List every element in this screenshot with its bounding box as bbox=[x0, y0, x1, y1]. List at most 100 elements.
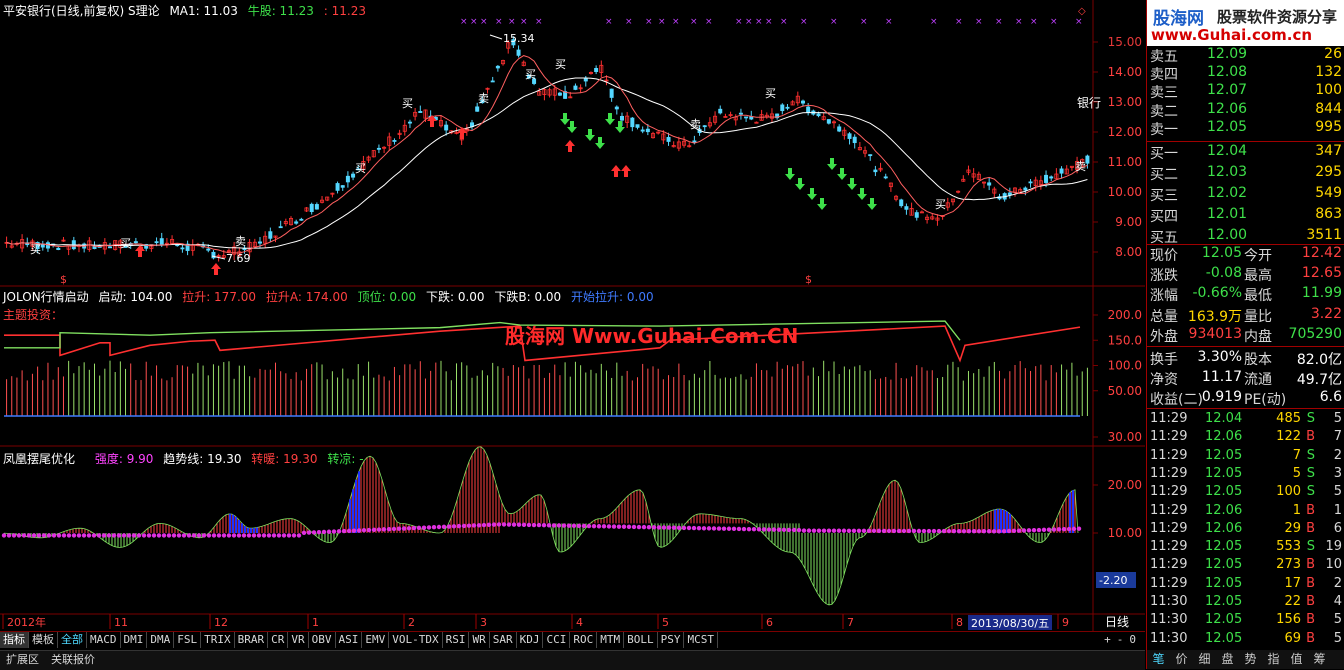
indicator-tab-wr[interactable]: WR bbox=[469, 632, 490, 648]
tick-volume: 485 bbox=[1276, 411, 1301, 426]
tick-row[interactable]: 11:29 12.05 553 S 19 bbox=[1147, 539, 1344, 556]
tick-row[interactable]: 11:29 12.06 122 B 7 bbox=[1147, 429, 1344, 446]
indicator-tab-fsl[interactable]: FSL bbox=[174, 632, 202, 648]
indicator-tab-dmi[interactable]: DMI bbox=[121, 632, 148, 648]
svg-text:×: × bbox=[800, 17, 808, 27]
tick-row[interactable]: 11:30 12.05 69 B 5 bbox=[1147, 631, 1344, 648]
tick-price: 12.05 bbox=[1205, 630, 1243, 646]
bottom-tab-0[interactable]: 扩展区 bbox=[0, 651, 45, 669]
tick-row[interactable]: 11:29 12.05 5 S 3 bbox=[1147, 466, 1344, 483]
indicator-tab-dma[interactable]: DMA bbox=[147, 632, 175, 648]
indicator-tab-sar[interactable]: SAR bbox=[490, 632, 517, 648]
tick-time: 11:29 bbox=[1150, 465, 1188, 481]
indicator-tab-emv[interactable]: EMV bbox=[362, 632, 390, 648]
quote-tab-5[interactable]: 指 bbox=[1262, 650, 1285, 669]
quote-tab-7[interactable]: 筹 bbox=[1308, 650, 1331, 669]
quote-value: 12.42 bbox=[1301, 245, 1342, 261]
quote-tab-4[interactable]: 势 bbox=[1239, 650, 1262, 669]
quote-tab-6[interactable]: 值 bbox=[1285, 650, 1308, 669]
tick-price: 12.05 bbox=[1205, 539, 1243, 555]
indicator-tab-全部[interactable]: 全部 bbox=[58, 632, 87, 648]
dollar-marker: $ bbox=[60, 273, 67, 286]
tick-side: S bbox=[1306, 484, 1315, 500]
tick-side: B bbox=[1306, 502, 1315, 518]
indicator-tab-cci[interactable]: CCI bbox=[543, 632, 571, 648]
order-book-divider bbox=[1147, 408, 1344, 409]
tick-volume: 553 bbox=[1276, 539, 1301, 555]
indicator-tab-kdj[interactable]: KDJ bbox=[517, 632, 544, 648]
order-price: 12.03 bbox=[1207, 164, 1248, 180]
tick-volume: 17 bbox=[1284, 575, 1301, 591]
quote-tab-1[interactable]: 价 bbox=[1170, 650, 1193, 669]
ind2-cool: 转凉: - bbox=[327, 452, 364, 466]
indicator-tab-trix[interactable]: TRIX bbox=[201, 632, 235, 648]
indicator-tab-macd[interactable]: MACD bbox=[87, 632, 121, 648]
tick-time: 11:29 bbox=[1150, 447, 1188, 463]
indicator-tab-brar[interactable]: BRAR bbox=[235, 632, 269, 648]
tick-volume: 69 bbox=[1284, 630, 1301, 646]
order-book-divider bbox=[1147, 141, 1344, 142]
indicator-tab-boll[interactable]: BOLL bbox=[624, 632, 658, 648]
tick-count: 6 bbox=[1333, 520, 1342, 536]
tick-row[interactable]: 11:30 12.05 156 B 5 bbox=[1147, 612, 1344, 629]
indicator-tab-rsi[interactable]: RSI bbox=[443, 632, 470, 648]
quote-row: 换手 3.30% 股本 82.0亿 bbox=[1147, 349, 1344, 370]
order-volume: 995 bbox=[1315, 118, 1342, 135]
brand-slogan: 股票软件资源分享 bbox=[1217, 8, 1338, 26]
quote-tab-2[interactable]: 细 bbox=[1193, 650, 1216, 669]
order-label: 卖二 bbox=[1150, 103, 1178, 120]
tick-price: 12.06 bbox=[1205, 429, 1243, 445]
zoom-control-button[interactable]: - bbox=[1114, 632, 1127, 648]
indicator-tab-psy[interactable]: PSY bbox=[658, 632, 685, 648]
indicator-tab-obv[interactable]: OBV bbox=[309, 632, 336, 648]
indicator-tab-模板[interactable]: 模板 bbox=[29, 632, 58, 648]
ind2-name: 凤凰摆尾优化 bbox=[3, 452, 76, 466]
tick-row[interactable]: 11:29 12.05 273 B 10 bbox=[1147, 557, 1344, 574]
zoom-control-button[interactable]: + bbox=[1101, 632, 1114, 648]
indicator-tab-asi[interactable]: ASI bbox=[336, 632, 363, 648]
indicator-tab-指标[interactable]: 指标 bbox=[0, 632, 29, 648]
trade-mark: 买 bbox=[402, 97, 413, 110]
tick-row[interactable]: 11:30 12.05 22 B 4 bbox=[1147, 594, 1344, 611]
quote-key: 现价 bbox=[1150, 248, 1178, 264]
ma-slow-line bbox=[6, 77, 1088, 249]
indicator2-plot bbox=[1, 446, 1082, 606]
quote-key: 股本 bbox=[1244, 352, 1272, 368]
ind1-axis-tick: 50.00 bbox=[1108, 384, 1142, 398]
indicator-tab-mtm[interactable]: MTM bbox=[597, 632, 625, 648]
tick-price: 12.05 bbox=[1205, 484, 1243, 500]
chart-area[interactable]: 平安银行(日线,前复权) S理论 MA1: 11.03 牛股: 11.23 : … bbox=[0, 0, 1145, 670]
tick-count: 3 bbox=[1333, 465, 1342, 481]
time-axis-label: 12 bbox=[214, 616, 228, 629]
tick-row[interactable]: 11:29 12.06 1 B 1 bbox=[1147, 503, 1344, 520]
indicator-tab-vr[interactable]: VR bbox=[288, 632, 309, 648]
trade-mark: 买 bbox=[555, 58, 566, 71]
svg-text:×: × bbox=[535, 17, 543, 27]
tick-side: B bbox=[1306, 594, 1315, 609]
tick-row[interactable]: 11:29 12.05 17 B 2 bbox=[1147, 576, 1344, 593]
tick-row[interactable]: 11:29 12.05 7 S 2 bbox=[1147, 448, 1344, 465]
tick-row[interactable]: 11:29 12.04 485 S 5 bbox=[1147, 411, 1344, 428]
tick-row[interactable]: 11:29 12.06 29 B 6 bbox=[1147, 521, 1344, 538]
ind1-top: 顶位: 0.00 bbox=[357, 290, 417, 304]
svg-text:×: × bbox=[995, 17, 1003, 27]
ind1-sub-label: 主题投资： bbox=[3, 308, 64, 322]
tick-row[interactable]: 11:29 12.05 100 S 5 bbox=[1147, 484, 1344, 501]
pane-toggle-icon: ◇ bbox=[1078, 6, 1086, 17]
zoom-control-button[interactable]: 0 bbox=[1126, 632, 1139, 648]
indicator-tab-vol-tdx[interactable]: VOL-TDX bbox=[389, 632, 443, 648]
bottom-tab-1[interactable]: 关联报价 bbox=[45, 651, 101, 669]
indicator-tab-roc[interactable]: ROC bbox=[570, 632, 598, 648]
indicator-tab-mcst[interactable]: MCST bbox=[684, 632, 718, 648]
indicator-tab-cr[interactable]: CR bbox=[268, 632, 289, 648]
quote-tab-3[interactable]: 盘 bbox=[1216, 650, 1239, 669]
order-label: 买三 bbox=[1150, 188, 1178, 204]
trade-mark: 买 bbox=[30, 243, 41, 256]
price-axis-tick: 12.00 bbox=[1108, 125, 1142, 139]
tick-count: 4 bbox=[1333, 594, 1342, 609]
quote-tab-0[interactable]: 笔 bbox=[1147, 650, 1170, 669]
ind1-axis-tick: 150.0 bbox=[1108, 333, 1142, 347]
chart-canvas[interactable]: × × × × × × × × × × × × × × × × × × × × × × × × × × × × × × ×15.347.69… bbox=[0, 0, 1145, 631]
svg-text:×: × bbox=[672, 17, 680, 27]
svg-text:×: × bbox=[755, 17, 763, 27]
